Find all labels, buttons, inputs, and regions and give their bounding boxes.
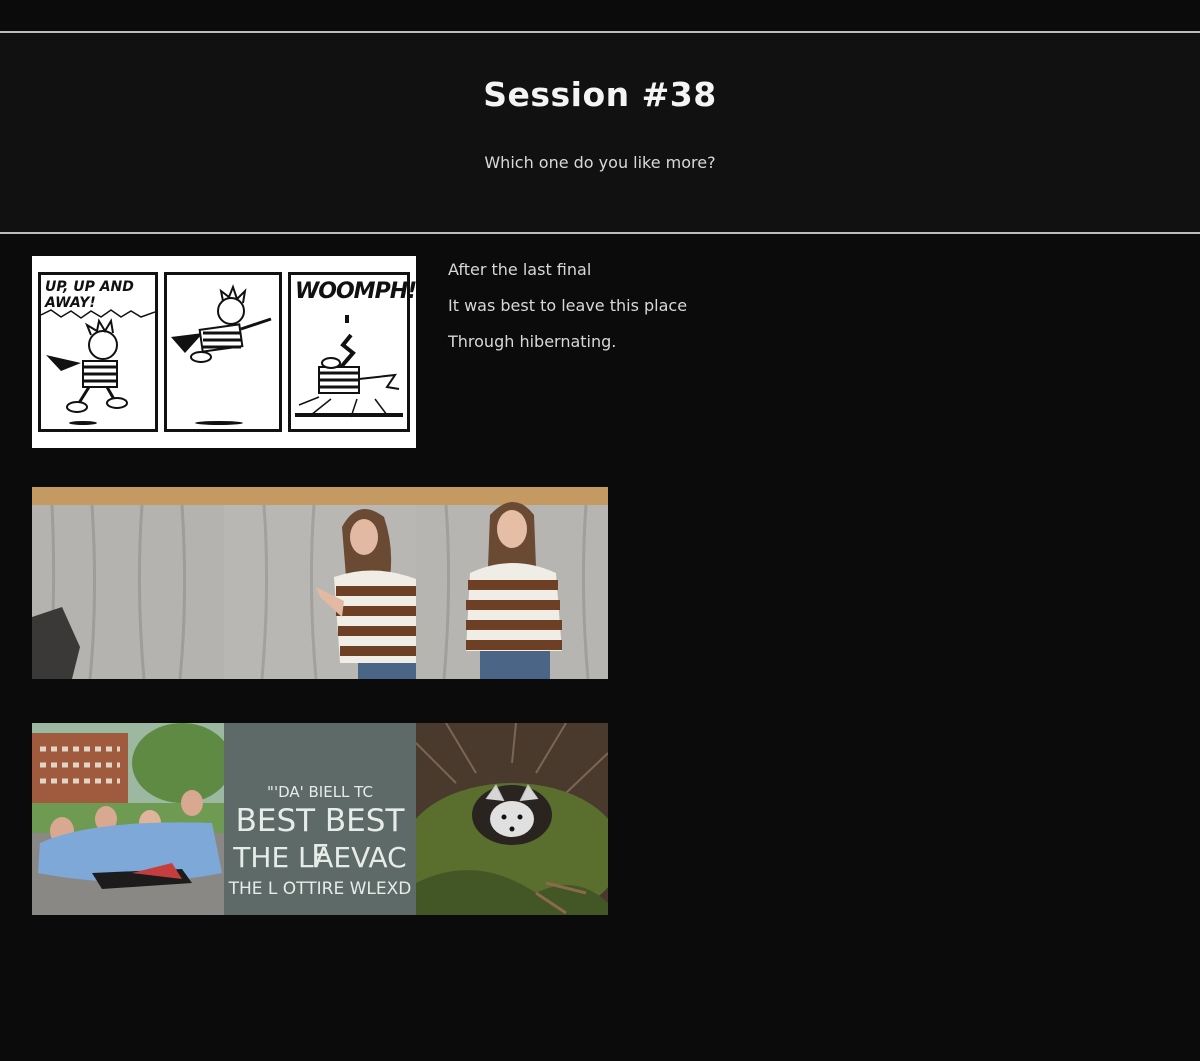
haiku-line-1: After the last final bbox=[448, 260, 592, 279]
option-photo-strip[interactable] bbox=[32, 487, 608, 679]
comic-figure-jumping bbox=[171, 284, 272, 425]
sign-line-1: "'DA' BIELL TC bbox=[267, 783, 373, 801]
comic-frame-3: WOOMPH! bbox=[288, 272, 416, 432]
photo-woman-turned bbox=[224, 487, 416, 679]
comic-caption-3: WOOMPH! bbox=[295, 279, 416, 304]
comic-caption-1: UP, UP AND AWAY! bbox=[45, 279, 134, 311]
haiku-text: After the last final It was best to leav… bbox=[448, 260, 687, 368]
photo-woman-facing bbox=[416, 487, 608, 679]
sign-line-4: THE L OTTIRE WLEXD bbox=[228, 879, 412, 899]
comic-frame-2 bbox=[164, 272, 282, 432]
option-comic-image[interactable]: UP, UP AND AWAY! WOOMPH! bbox=[32, 256, 416, 448]
photo-backdrop-empty bbox=[32, 487, 224, 679]
sign-line-3: THE LAEVAC bbox=[233, 841, 407, 874]
comic-frame-1: UP, UP AND AWAY! bbox=[38, 272, 158, 432]
session-header: Session #38 Which one do you like more? bbox=[0, 31, 1200, 234]
haiku-line-3: Through hibernating. bbox=[448, 332, 617, 351]
haiku-line-2: It was best to leave this place bbox=[448, 296, 688, 315]
photo-group-on-ground bbox=[32, 723, 224, 915]
photo-sign-text: "'DA' BIELL TC BEST BEST F THE LAEVAC TH… bbox=[224, 723, 416, 915]
option-mixed-strip[interactable]: "'DA' BIELL TC BEST BEST F THE LAEVAC TH… bbox=[32, 723, 608, 915]
page-subtitle: Which one do you like more? bbox=[484, 153, 716, 172]
photo-fox-in-den bbox=[416, 723, 608, 915]
page-title: Session #38 bbox=[483, 75, 717, 114]
